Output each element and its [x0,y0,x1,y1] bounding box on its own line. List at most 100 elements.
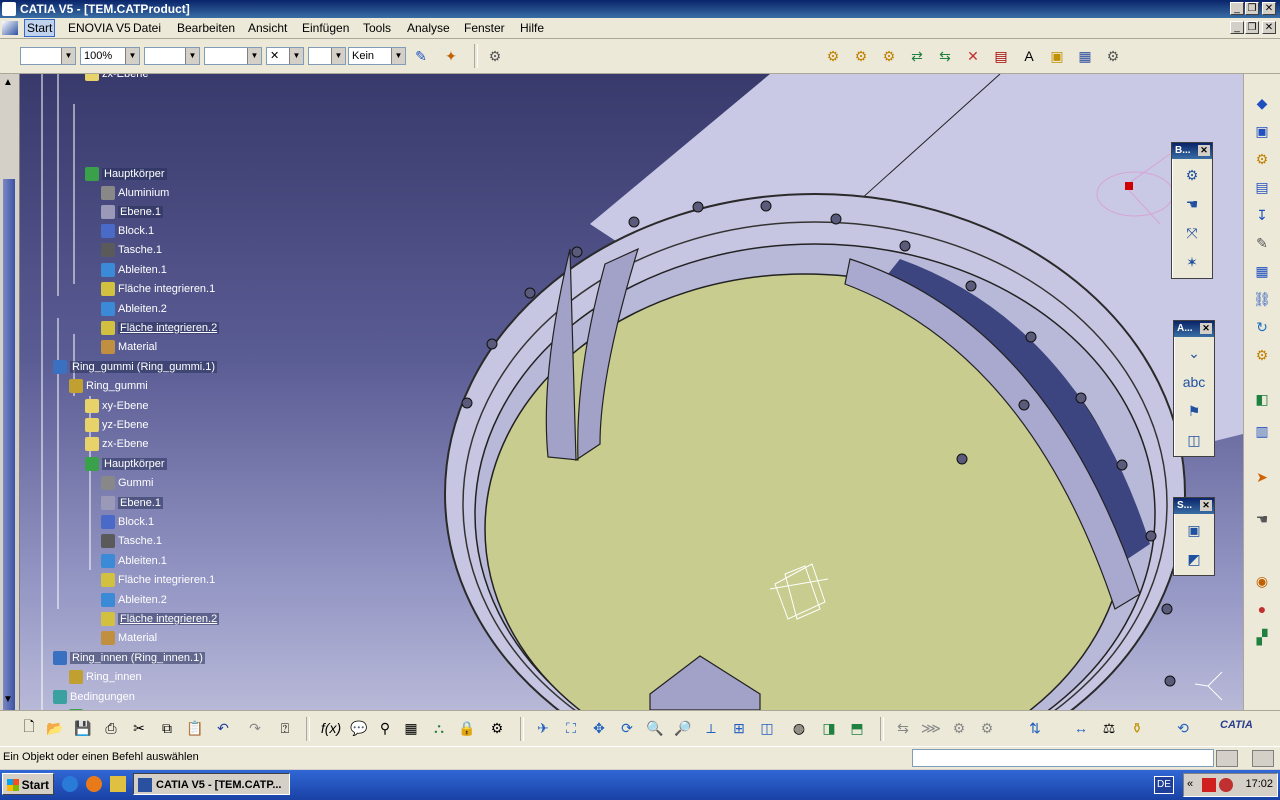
restore-button[interactable]: ❐ [1245,2,1259,15]
doc-close-button[interactable]: ✕ [1262,21,1276,34]
space-analysis-icon[interactable]: ▣ [1181,517,1207,543]
select-arrow-icon[interactable]: ➤ [1251,466,1273,488]
tree-node[interactable]: Ableiten.2 [101,591,167,609]
tree-node[interactable]: Ring_innen (Ring_innen.1) [53,649,205,667]
measure-inertia-icon[interactable]: ⚱ [1126,717,1148,739]
tree-node[interactable]: Ebene.1 [101,494,163,512]
tree-node[interactable]: Ring_gummi [69,377,148,395]
tray-security-icon[interactable] [1219,778,1233,792]
cut-icon[interactable]: ✂ [128,717,150,739]
pan-icon[interactable]: ✥ [588,717,610,739]
assembly-constraint-icon[interactable]: ⚙ [1179,162,1205,188]
sequence-dim-icon[interactable]: ⋙ [920,717,942,739]
tree-node[interactable]: Ableiten.1 [101,552,167,570]
line-thickness-combo[interactable]: ▼ [144,47,200,65]
tree-node[interactable]: Ableiten.2 [101,300,167,318]
snap-icon[interactable]: ⤧ [1179,220,1205,246]
tree-structure-icon[interactable]: ⛬ [428,717,450,739]
tree-node[interactable]: Fläche integrieren.1 [101,280,215,298]
tree-node[interactable]: Hauptkörper [85,455,167,473]
start-button[interactable]: Start [2,773,54,795]
rotate-icon[interactable]: ⟳ [616,717,638,739]
hand-icon[interactable]: ☚ [1251,508,1273,530]
text-icon[interactable]: abc [1181,369,1207,395]
sphere-icon[interactable]: ● [1251,598,1273,620]
tree-node[interactable]: Gummi [101,474,153,492]
status-button-1[interactable] [1216,750,1238,767]
close-icon[interactable]: ✕ [1200,323,1212,334]
zoom-in-icon[interactable]: 🔍 [644,717,666,739]
multi-view-icon[interactable]: ⊞ [728,717,750,739]
zoom-out-icon[interactable]: 🔎 [672,717,694,739]
explode-dim-icon[interactable]: ⇆ [892,717,914,739]
swap-space-icon[interactable]: ⬒ [846,717,868,739]
hide-show-icon[interactable]: ◨ [818,717,840,739]
tree-node[interactable]: zx-Ebene [85,435,148,453]
rendering-style-combo[interactable]: ▼ [308,47,346,65]
tree-node[interactable]: Material [101,338,157,356]
status-button-2[interactable] [1252,750,1274,767]
paste-icon[interactable]: 📋 [184,717,206,739]
menu-hilfe[interactable]: Hilfe [520,21,544,35]
assembly-tool-3-icon[interactable]: ⚙ [878,45,900,67]
language-indicator[interactable]: DE [1154,776,1174,794]
comment-icon[interactable]: 💬 [348,717,370,739]
quicklaunch-ie-icon[interactable] [62,776,78,792]
pencil-icon[interactable]: ✎ [1251,232,1273,254]
new-product-icon[interactable]: ▣ [1251,120,1273,142]
close-icon[interactable]: ✕ [1200,500,1212,511]
painter-icon[interactable]: ✎ [410,45,432,67]
knowledge-icon[interactable]: ⚲ [374,717,396,739]
menu-fenster[interactable]: Fenster [464,21,505,35]
tree-node[interactable]: Fläche integrieren.2 [101,610,220,628]
tree-node[interactable]: Aluminium [101,184,169,202]
measure-item-icon[interactable]: ⚖ [1098,717,1120,739]
point-symbol-combo[interactable]: ✕ ▼ [266,47,304,65]
minimize-button[interactable]: _ [1230,2,1244,15]
tree-node[interactable]: Tasche.1 [101,532,162,550]
replace-component-icon[interactable]: ⇄ [906,45,928,67]
table-icon[interactable]: ▦ [400,717,422,739]
menu-ansicht[interactable]: Ansicht [248,21,287,35]
gears-icon[interactable]: ⚙ [484,45,506,67]
open-icon[interactable]: 📂 [44,717,66,739]
sheet-icon[interactable]: ▥ [1251,420,1273,442]
floating-toolbox[interactable]: A... ✕ ⌄ abc ⚑ ◫ [1173,320,1215,457]
help-icon[interactable]: ⍰ [274,717,296,739]
menu-start[interactable]: Start [24,19,56,37]
menu-analyse[interactable]: Analyse [407,21,450,35]
close-icon[interactable]: ✕ [1198,145,1210,156]
new-part-icon[interactable]: ⚙ [1251,148,1273,170]
update-icon[interactable]: ↻ [1251,316,1273,338]
fit-all-icon[interactable]: ⛶ [560,717,582,739]
power-input-field[interactable] [912,749,1214,767]
refresh-icon[interactable]: ⟲ [1172,717,1194,739]
manage-representations-icon[interactable]: A [1018,45,1040,67]
copy-icon[interactable]: ⧉ [156,717,178,739]
existing-component-icon[interactable]: ▤ [1251,176,1273,198]
menu-bearbeiten[interactable]: Bearbeiten [177,21,235,35]
catalog-icon[interactable]: ▞ [1251,626,1273,648]
publish-icon[interactable]: ⚙ [1251,344,1273,366]
transparency-combo[interactable]: 100% ▼ [80,47,140,65]
floating-toolbox[interactable]: S... ✕ ▣ ◩ [1173,497,1215,576]
tree-node[interactable]: Fläche integrieren.2 [101,319,220,337]
fast-multi-instantiation-icon[interactable]: ▦ [1074,45,1096,67]
selective-load-icon[interactable]: ▤ [990,45,1012,67]
formula-icon[interactable]: f(x) [320,717,342,739]
tree-scrollbar[interactable]: ▲ ▼ [0,74,20,719]
tray-adobe-icon[interactable] [1202,778,1216,792]
doc-restore-button[interactable]: ❐ [1245,21,1259,34]
doc-minimize-button[interactable]: _ [1230,21,1244,34]
tree-node[interactable]: yz-Ebene [85,416,148,434]
isometric-view-icon[interactable]: ◫ [756,717,778,739]
tree-node[interactable]: Ebene.1 [101,203,163,221]
menu-enovia[interactable]: ENOVIA V5 [68,21,131,35]
tree-node[interactable]: zx-Ebene [85,74,148,83]
toolbox-header[interactable]: S... ✕ [1174,498,1214,514]
redo-icon[interactable]: ↷ [244,717,266,739]
layer-combo[interactable]: Kein ▼ [348,47,406,65]
link-icon[interactable]: ⛓ [1251,288,1273,310]
flag-note-icon[interactable]: ⚑ [1181,398,1207,424]
cube-icon[interactable]: ◧ [1251,388,1273,410]
